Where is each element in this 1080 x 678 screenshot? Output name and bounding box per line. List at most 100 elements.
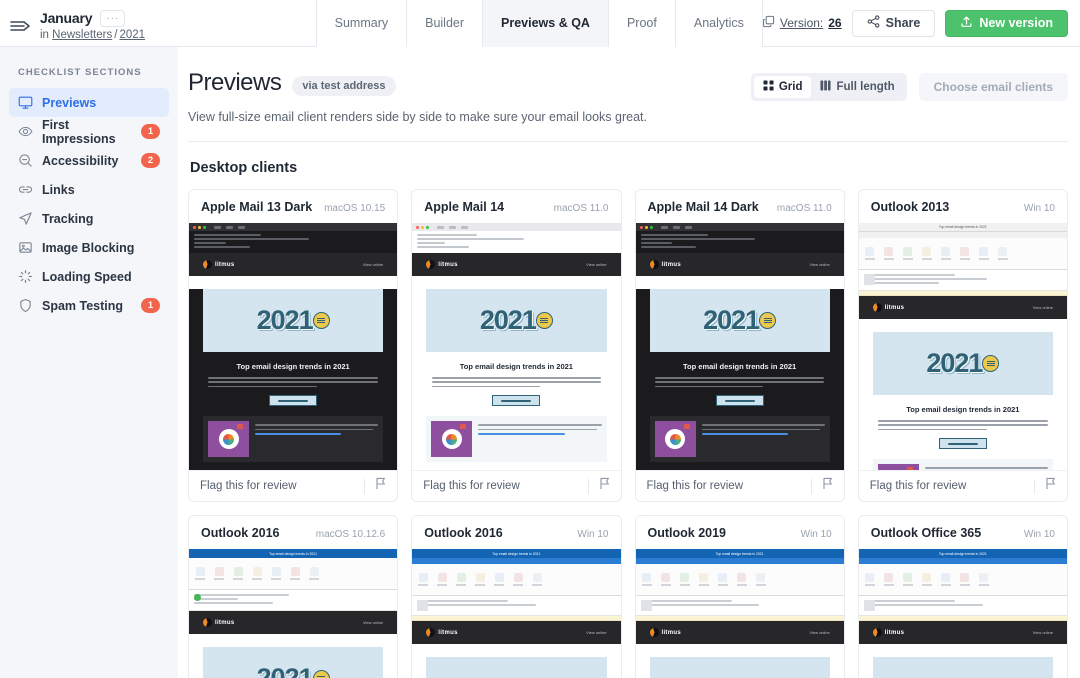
preview-card[interactable]: Outlook 2013 Win 10 Top email design tre…: [857, 189, 1068, 502]
outlook-message-header: [858, 270, 1067, 291]
share-icon: [867, 15, 880, 31]
sidebar-item-label: Image Blocking: [42, 240, 135, 255]
sidebar-item-loading-speed[interactable]: Loading Speed: [9, 262, 169, 291]
sidebar-heading: CHECKLIST SECTIONS: [18, 67, 142, 78]
email-promo-block: [649, 416, 830, 463]
view-mode-full-length-label: Full length: [836, 81, 895, 93]
flag-icon[interactable]: [375, 477, 387, 495]
litmus-logo-icon: [872, 303, 882, 312]
preview-card-header: Apple Mail 14 macOS 11.0: [412, 190, 620, 223]
email-nav-link: View online: [586, 262, 607, 267]
tab-builder[interactable]: Builder: [406, 0, 484, 47]
hero-year: 2021: [256, 663, 314, 678]
flag-icon[interactable]: [822, 477, 834, 495]
preview-render[interactable]: Top email design trends in 2021 litmus V…: [189, 549, 398, 678]
grid-icon: [763, 80, 774, 94]
breadcrumb-year[interactable]: 2021: [119, 29, 145, 41]
main-content: Previews via test address Grid Full leng…: [178, 47, 1080, 678]
mail-message-meta: [189, 231, 398, 253]
preview-render[interactable]: Top email design trends in 2021 litmus V…: [858, 223, 1067, 470]
sidebar-item-label: Links: [42, 182, 75, 197]
email-brand: litmus: [661, 629, 681, 636]
choose-email-clients-button[interactable]: Choose email clients: [918, 73, 1068, 101]
preview-card[interactable]: Apple Mail 14 Dark macOS 11.0 litmus Vie…: [634, 189, 845, 502]
top-bar-actions: Version: 26 Share New version: [762, 9, 1080, 37]
sidebar-item-links[interactable]: Links: [9, 175, 169, 204]
client-name: Apple Mail 14 Dark: [647, 200, 759, 214]
sidebar-item-image-blocking[interactable]: Image Blocking: [9, 233, 169, 262]
new-version-button[interactable]: New version: [945, 9, 1068, 37]
email-body: 2021 Top email design trends in 2021: [858, 657, 1067, 678]
columns-icon: [820, 80, 832, 94]
outlook-title-bar: Top email design trends in 2021: [635, 549, 844, 558]
preview-card[interactable]: Outlook Office 365 Win 10 Top email desi…: [857, 515, 1068, 678]
preview-card-footer[interactable]: Flag this for review: [858, 470, 1067, 501]
status-badge: 1: [141, 124, 160, 139]
email-hero-image: 2021: [203, 647, 384, 678]
outlook-window-title: Top email design trends in 2021: [715, 551, 764, 556]
preview-render[interactable]: litmus View online 2021 Top email design…: [189, 223, 398, 470]
monitor-icon: [18, 95, 33, 110]
preview-card-footer[interactable]: Flag this for review: [635, 470, 844, 501]
preview-card[interactable]: Outlook 2019 Win 10 Top email design tre…: [634, 515, 845, 678]
campaign-more-button[interactable]: ···: [100, 9, 126, 27]
preview-card-header: Outlook 2013 Win 10: [859, 190, 1067, 223]
client-os: Win 10: [577, 529, 609, 540]
sidebar-item-accessibility[interactable]: Accessibility 2: [9, 146, 169, 175]
avatar: [863, 274, 875, 285]
main-tabs: Summary Builder Previews & QA Proof Anal…: [315, 0, 763, 47]
preview-card-header: Outlook 2016 Win 10: [412, 516, 620, 549]
sidebar-item-previews[interactable]: Previews: [9, 88, 169, 117]
outlook-ribbon: [858, 564, 1067, 596]
preview-card[interactable]: Outlook 2016 Win 10 Top email design tre…: [411, 515, 622, 678]
share-button[interactable]: Share: [851, 9, 936, 37]
hero-year: 2021: [703, 305, 760, 335]
email-hero-image: 2021: [426, 289, 607, 352]
preview-card[interactable]: Apple Mail 14 macOS 11.0 litmus View onl…: [411, 189, 622, 502]
send-icon: [18, 211, 33, 226]
tab-analytics[interactable]: Analytics: [674, 0, 763, 47]
preview-render[interactable]: Top email design trends in 2021 litmus V…: [858, 549, 1067, 678]
view-mode-grid-button[interactable]: Grid: [753, 76, 812, 98]
client-os: macOS 11.0: [776, 203, 832, 214]
flag-icon[interactable]: [1045, 477, 1057, 495]
tab-proof[interactable]: Proof: [607, 0, 676, 47]
collapse-nav-icon[interactable]: [8, 13, 34, 39]
email-masthead: litmus View online: [412, 621, 621, 644]
sidebar-item-label: Tracking: [42, 211, 94, 226]
sidebar-item-tracking[interactable]: Tracking: [9, 204, 169, 233]
sidebar-item-first-impressions[interactable]: First Impressions 1: [9, 117, 169, 146]
outlook-window-title: Top email design trends in 2021: [269, 551, 318, 556]
tab-summary[interactable]: Summary: [315, 0, 408, 47]
version-selector[interactable]: Version: 26: [762, 15, 842, 31]
sidebar-item-spam-testing[interactable]: Spam Testing 1: [9, 291, 169, 320]
outlook-ribbon: [189, 558, 398, 590]
hero-year: 2021: [479, 305, 537, 335]
preview-render[interactable]: Top email design trends in 2021 litmus V…: [412, 549, 621, 678]
breadcrumb-folder[interactable]: Newsletters: [52, 29, 112, 41]
email-masthead: litmus View online: [635, 621, 844, 644]
sidebar-item-label: Spam Testing: [42, 298, 124, 313]
client-name: Apple Mail 13 Dark: [201, 200, 313, 214]
client-name: Outlook 2019: [647, 526, 727, 540]
client-name: Outlook 2016: [424, 526, 503, 540]
preview-render[interactable]: litmus View online 2021 Top email design…: [412, 223, 621, 470]
campaign-title-block: January ··· in Newsletters/2021: [40, 6, 145, 41]
email-paragraph: [654, 377, 825, 388]
email-hero-image: 2021: [649, 289, 830, 352]
preview-card[interactable]: Outlook 2016 macOS 10.12.6 Top email des…: [188, 515, 399, 678]
email-promo-block: [426, 416, 607, 463]
sidebar: CHECKLIST SECTIONS Previews First Impres…: [0, 47, 178, 678]
preview-card-footer[interactable]: Flag this for review: [189, 470, 398, 501]
tab-previews-qa[interactable]: Previews & QA: [482, 0, 609, 47]
email-render-outlook: Top email design trends in 2021 litmus V…: [858, 549, 1067, 678]
preview-render[interactable]: litmus View online 2021 Top email design…: [635, 223, 844, 470]
preview-card-header: Outlook 2016 macOS 10.12.6: [189, 516, 397, 549]
flag-icon[interactable]: [599, 477, 611, 495]
promo-image: [654, 421, 696, 458]
preview-render[interactable]: Top email design trends in 2021 litmus V…: [635, 549, 844, 678]
preview-card-footer[interactable]: Flag this for review: [412, 470, 621, 501]
preview-card[interactable]: Apple Mail 13 Dark macOS 10.15 litmus Vi…: [188, 189, 399, 502]
flag-for-review-label: Flag this for review: [423, 480, 520, 492]
view-mode-full-length-button[interactable]: Full length: [811, 76, 903, 98]
